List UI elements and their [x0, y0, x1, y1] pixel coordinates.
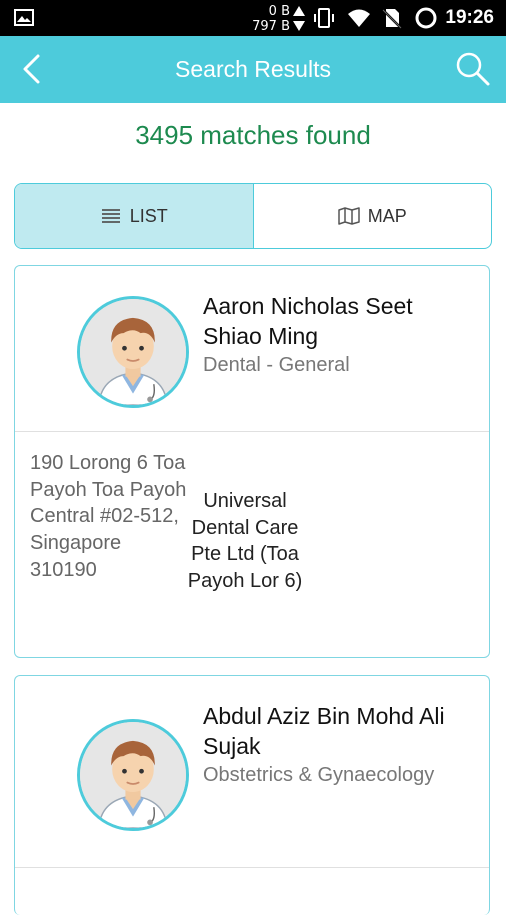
search-icon[interactable]	[454, 50, 492, 88]
doctor-card-details: 190 Lorong 6 Toa Payoh Toa Payoh Central…	[15, 432, 489, 657]
doctor-specialty: Obstetrics & Gynaecology	[203, 764, 435, 786]
doctor-card[interactable]: Abdul Aziz Bin Mohd Ali Sujak Obstetrics…	[14, 675, 490, 915]
net-up-text: 0 B	[268, 4, 290, 19]
list-tab-label: LIST	[129, 205, 168, 226]
view-toggle: LIST MAP	[14, 183, 492, 249]
status-bar: 0 B 797 B 19:26	[0, 0, 506, 36]
map-icon	[337, 207, 360, 225]
page-title: Search Results	[175, 56, 331, 82]
wifi-icon	[346, 6, 370, 30]
doctor-avatar	[77, 296, 189, 408]
doctor-avatar	[77, 719, 189, 831]
doctor-name: Abdul Aziz Bin Mohd Ali Sujak	[203, 703, 445, 759]
doctor-card-header: Aaron Nicholas Seet Shiao Ming Dental - …	[15, 266, 489, 432]
app-bar: Search Results	[0, 36, 506, 103]
doctor-name: Aaron Nicholas Seet Shiao Ming	[203, 293, 413, 349]
network-speed: 0 B 797 B	[248, 2, 308, 34]
image-notification-icon	[14, 9, 34, 26]
download-arrow-icon	[293, 21, 305, 31]
clinic-name: Universal Dental Care Pte Ltd (Toa Payoh…	[187, 490, 303, 593]
map-tab-label: MAP	[367, 205, 407, 226]
doctor-card[interactable]: Aaron Nicholas Seet Shiao Ming Dental - …	[14, 265, 490, 658]
list-icon	[101, 209, 120, 223]
list-tab[interactable]: LIST	[15, 184, 253, 248]
net-down-text: 797 B	[252, 19, 290, 34]
clinic-address: 190 Lorong 6 Toa Payoh Toa Payoh Central…	[30, 452, 187, 581]
upload-arrow-icon	[293, 6, 305, 16]
map-tab[interactable]: MAP	[252, 184, 492, 248]
clock: 19:26	[445, 7, 494, 28]
doctor-specialty: Dental - General	[203, 354, 350, 376]
no-sim-icon	[380, 6, 404, 30]
battery-ring-icon	[414, 6, 438, 30]
vibrate-icon	[312, 6, 336, 30]
doctor-card-header: Abdul Aziz Bin Mohd Ali Sujak Obstetrics…	[15, 676, 489, 868]
results-count: 3495 matches found	[135, 120, 371, 150]
